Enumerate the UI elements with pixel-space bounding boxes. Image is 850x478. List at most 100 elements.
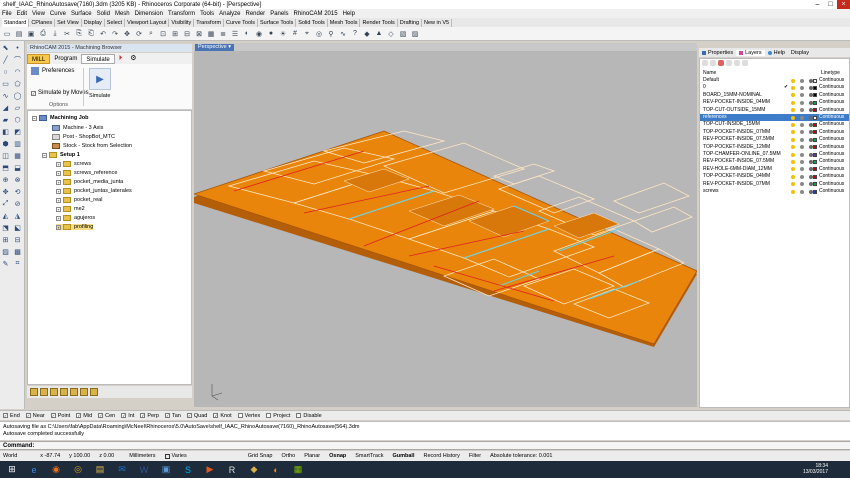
- layer-row[interactable]: REV-HOLE-6MM-DIAM_12MM Continuous: [700, 166, 849, 173]
- nest2-icon[interactable]: ▨: [410, 29, 420, 39]
- tab-help[interactable]: Help: [765, 50, 788, 56]
- layer-color-swatch[interactable]: [813, 145, 817, 150]
- rhino-icon[interactable]: R: [222, 462, 242, 477]
- lightbulb-icon[interactable]: [791, 108, 795, 113]
- layer-linetype[interactable]: Continuous: [819, 107, 844, 114]
- features-icon[interactable]: [60, 388, 68, 396]
- layer-color-swatch[interactable]: [813, 85, 817, 90]
- move-down-icon[interactable]: [734, 60, 740, 66]
- osnap-perp[interactable]: ✓ Perp: [140, 413, 159, 419]
- layer-linetype[interactable]: Continuous: [819, 158, 844, 165]
- material-icon[interactable]: ●: [266, 29, 276, 39]
- mill-icon[interactable]: ▲: [374, 29, 384, 39]
- group-tool-icon[interactable]: ⊟: [12, 235, 23, 245]
- sphere-tool-icon[interactable]: ◧: [0, 127, 11, 137]
- revolve-tool-icon[interactable]: ⬒: [0, 163, 11, 173]
- layer-linetype[interactable]: Continuous: [819, 129, 844, 136]
- osnap-cen[interactable]: ✓ Cen: [98, 413, 115, 419]
- simulate-icon[interactable]: ▶: [89, 68, 111, 90]
- layer-color-swatch[interactable]: [813, 182, 817, 187]
- lightbulb-icon[interactable]: [791, 174, 795, 179]
- freeform-tool-icon[interactable]: ∿: [0, 91, 11, 101]
- layer-linetype[interactable]: Continuous: [819, 77, 844, 84]
- layer-color-swatch[interactable]: [813, 108, 817, 113]
- layer-color-swatch[interactable]: [813, 137, 817, 142]
- zoom-icon[interactable]: ⌕: [146, 29, 156, 39]
- dimension-tool-icon[interactable]: ✎: [0, 259, 11, 269]
- layer-icon[interactable]: ≣: [218, 29, 228, 39]
- lock-icon[interactable]: [800, 189, 804, 194]
- shade-icon[interactable]: ◐: [242, 29, 252, 39]
- rhinocam-icon[interactable]: ◆: [362, 29, 372, 39]
- menu-analyze[interactable]: Analyze: [219, 11, 240, 17]
- lightbulb-icon[interactable]: [791, 122, 795, 127]
- scale-tool-icon[interactable]: ⤢: [0, 199, 11, 209]
- menu-transform[interactable]: Transform: [168, 11, 195, 17]
- light-icon[interactable]: ☀: [278, 29, 288, 39]
- tab-surface-tools[interactable]: Surface Tools: [258, 19, 297, 27]
- tree-item[interactable]: + screws: [56, 161, 91, 167]
- offset-tool-icon[interactable]: ▱: [12, 103, 23, 113]
- layer-row[interactable]: TOP-CUT-INSIDE_15MM Continuous: [700, 121, 849, 128]
- osnap-int[interactable]: ✓ Int: [121, 413, 134, 419]
- tab-transform[interactable]: Transform: [194, 19, 225, 27]
- import-icon[interactable]: ⤓: [50, 29, 60, 39]
- maximize-icon[interactable]: □: [824, 0, 837, 9]
- lock-tool-icon[interactable]: ▩: [12, 247, 23, 257]
- osnap-knot[interactable]: ✓ Knot: [213, 413, 232, 419]
- arc-tool-icon[interactable]: ⌒: [12, 55, 23, 65]
- boolean-diff-tool-icon[interactable]: ⊗: [12, 175, 23, 185]
- osnap-vertex[interactable]: Vertex: [237, 413, 260, 419]
- tab-curve-tools[interactable]: Curve Tools: [224, 19, 258, 27]
- lock-icon[interactable]: [800, 85, 804, 90]
- rhinocam-icon[interactable]: ◆: [244, 462, 264, 477]
- expand-icon[interactable]: +: [56, 188, 61, 194]
- zoom-window-icon[interactable]: ⊡: [158, 29, 168, 39]
- circle-tool-icon[interactable]: ○: [0, 67, 11, 77]
- cone-tool-icon[interactable]: ⬢: [0, 139, 11, 149]
- tab-properties[interactable]: Properties: [699, 50, 736, 56]
- curve-tool-icon[interactable]: ◠: [12, 67, 23, 77]
- info-icon[interactable]: [90, 388, 98, 396]
- layer-linetype[interactable]: Continuous: [819, 188, 844, 195]
- ie-icon[interactable]: e: [24, 462, 44, 477]
- layer-row[interactable]: REV-POCKET-INSIDE_07.5MM Continuous: [700, 136, 849, 143]
- layer-row[interactable]: references Continuous: [700, 114, 849, 122]
- layer-linetype[interactable]: Continuous: [819, 114, 844, 121]
- lock-icon[interactable]: [800, 122, 804, 127]
- preferences-button[interactable]: Preferences: [31, 67, 74, 75]
- layer-color-swatch[interactable]: [813, 130, 817, 135]
- osnap-mid[interactable]: ✓ Mid: [76, 413, 92, 419]
- point-tool-icon[interactable]: •: [12, 43, 23, 53]
- menu-tools[interactable]: Tools: [200, 11, 214, 17]
- layer-color-swatch[interactable]: [813, 152, 817, 157]
- box-tool-icon[interactable]: ⬡: [12, 115, 23, 125]
- osnap-tan[interactable]: ✓ Tan: [164, 413, 181, 419]
- layer-row[interactable]: TOP-POCKET-INSIDE_12MM Continuous: [700, 144, 849, 151]
- osnap-end[interactable]: ✓ End: [3, 413, 20, 419]
- layer-color-swatch[interactable]: [813, 100, 817, 105]
- sim-options-icon[interactable]: ⚙: [126, 54, 140, 64]
- tree-item[interactable]: + agujeros: [56, 215, 95, 221]
- ortho-toggle[interactable]: Ortho: [281, 453, 295, 459]
- lock-icon[interactable]: [800, 145, 804, 150]
- tree-post[interactable]: Post - ShopBot_MTC: [52, 134, 115, 140]
- pan-icon[interactable]: ✥: [122, 29, 132, 39]
- move-up-icon[interactable]: [726, 60, 732, 66]
- tab-visibility[interactable]: Visibility: [169, 19, 195, 27]
- photo-icon[interactable]: ▣: [156, 462, 176, 477]
- layer-linetype[interactable]: Continuous: [819, 92, 844, 99]
- tab-display[interactable]: Display: [788, 50, 812, 56]
- layer-linetype[interactable]: Continuous: [819, 144, 844, 151]
- layer-row[interactable]: Default Continuous: [700, 77, 849, 84]
- lightbulb-icon[interactable]: [791, 93, 795, 98]
- grid-icon[interactable]: #: [290, 29, 300, 39]
- lock-icon[interactable]: [800, 93, 804, 98]
- analyze-icon[interactable]: ⚲: [326, 29, 336, 39]
- layer-row[interactable]: TOP-POCKET-INSIDE_04MM Continuous: [700, 173, 849, 180]
- expand-icon[interactable]: +: [56, 206, 61, 212]
- tree-setup[interactable]: − Setup 1: [42, 152, 80, 158]
- layer-row[interactable]: REV-POCKET-INSIDE_07MM Continuous: [700, 181, 849, 188]
- lock-icon[interactable]: [800, 159, 804, 164]
- layer-row[interactable]: screws Continuous: [700, 188, 849, 195]
